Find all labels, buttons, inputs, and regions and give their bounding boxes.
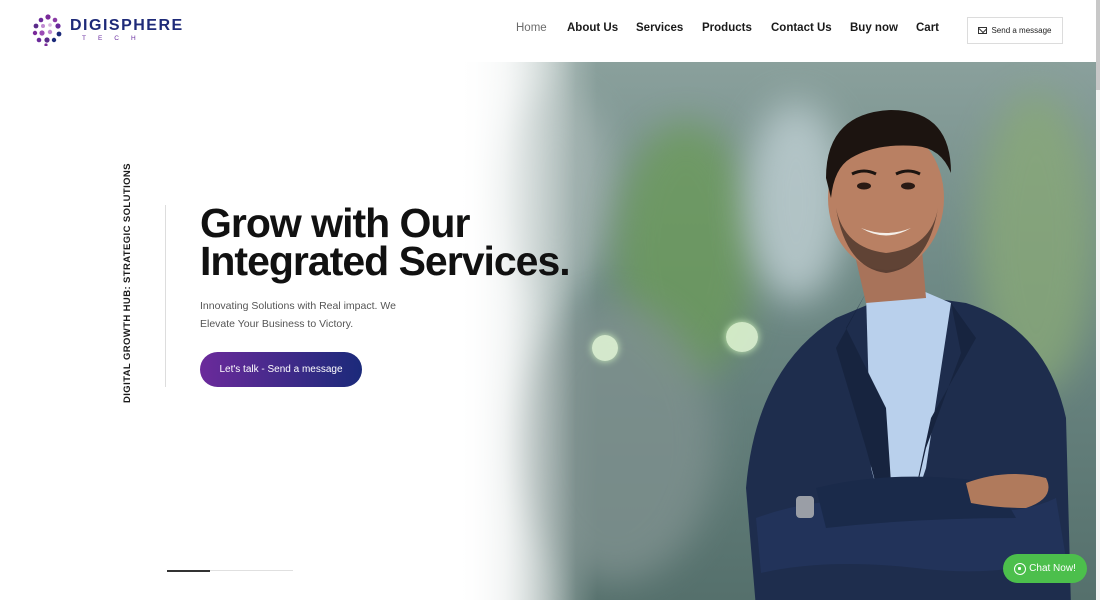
nav-contact-us[interactable]: Contact Us bbox=[771, 22, 832, 34]
slider-progress-active bbox=[167, 570, 210, 572]
scrollbar-thumb[interactable] bbox=[1096, 0, 1100, 90]
chat-now-button[interactable]: Chat Now! bbox=[1003, 554, 1087, 583]
whatsapp-icon bbox=[1014, 562, 1027, 575]
nav-services[interactable]: Services bbox=[636, 22, 683, 34]
chat-now-label: Chat Now! bbox=[1029, 563, 1076, 574]
hero-photo bbox=[456, 62, 1098, 600]
hero-headline: Grow with Our Integrated Services. bbox=[200, 200, 580, 284]
logo[interactable]: DIGISPHERE TECH bbox=[32, 14, 182, 48]
scrollbar[interactable] bbox=[1096, 0, 1100, 600]
headline-line-1: Grow with Our bbox=[200, 200, 470, 246]
send-message-label: Send a message bbox=[991, 26, 1052, 35]
hero-vertical-tagline: DIGITAL GROWTH HUB: STRATEGIC SOLUTIONS bbox=[122, 163, 133, 403]
envelope-icon bbox=[978, 27, 988, 34]
page: DIGISPHERE TECH Home About Us Services P… bbox=[0, 0, 1100, 600]
nav-cart[interactable]: Cart bbox=[916, 22, 939, 34]
businessman-portrait bbox=[746, 110, 1071, 600]
logo-name: DIGISPHERE bbox=[70, 17, 184, 34]
nav-about-us[interactable]: About Us bbox=[567, 22, 618, 34]
photo-fade bbox=[456, 62, 576, 600]
logo-subtitle: TECH bbox=[82, 35, 148, 42]
lets-talk-button[interactable]: Let's talk - Send a message bbox=[200, 352, 362, 387]
site-header: DIGISPHERE TECH Home About Us Services P… bbox=[0, 0, 1100, 62]
nav-buy-now[interactable]: Buy now bbox=[850, 22, 898, 34]
bokeh-light bbox=[592, 335, 618, 361]
hero-subtext: Innovating Solutions with Real impact. W… bbox=[200, 300, 396, 330]
headline-line-2: Integrated Services. bbox=[200, 238, 571, 284]
logo-dots-icon bbox=[32, 14, 62, 46]
send-message-button[interactable]: Send a message bbox=[967, 17, 1063, 44]
nav-products[interactable]: Products bbox=[702, 22, 752, 34]
hero-divider bbox=[165, 205, 166, 387]
nav-home[interactable]: Home bbox=[516, 22, 547, 34]
